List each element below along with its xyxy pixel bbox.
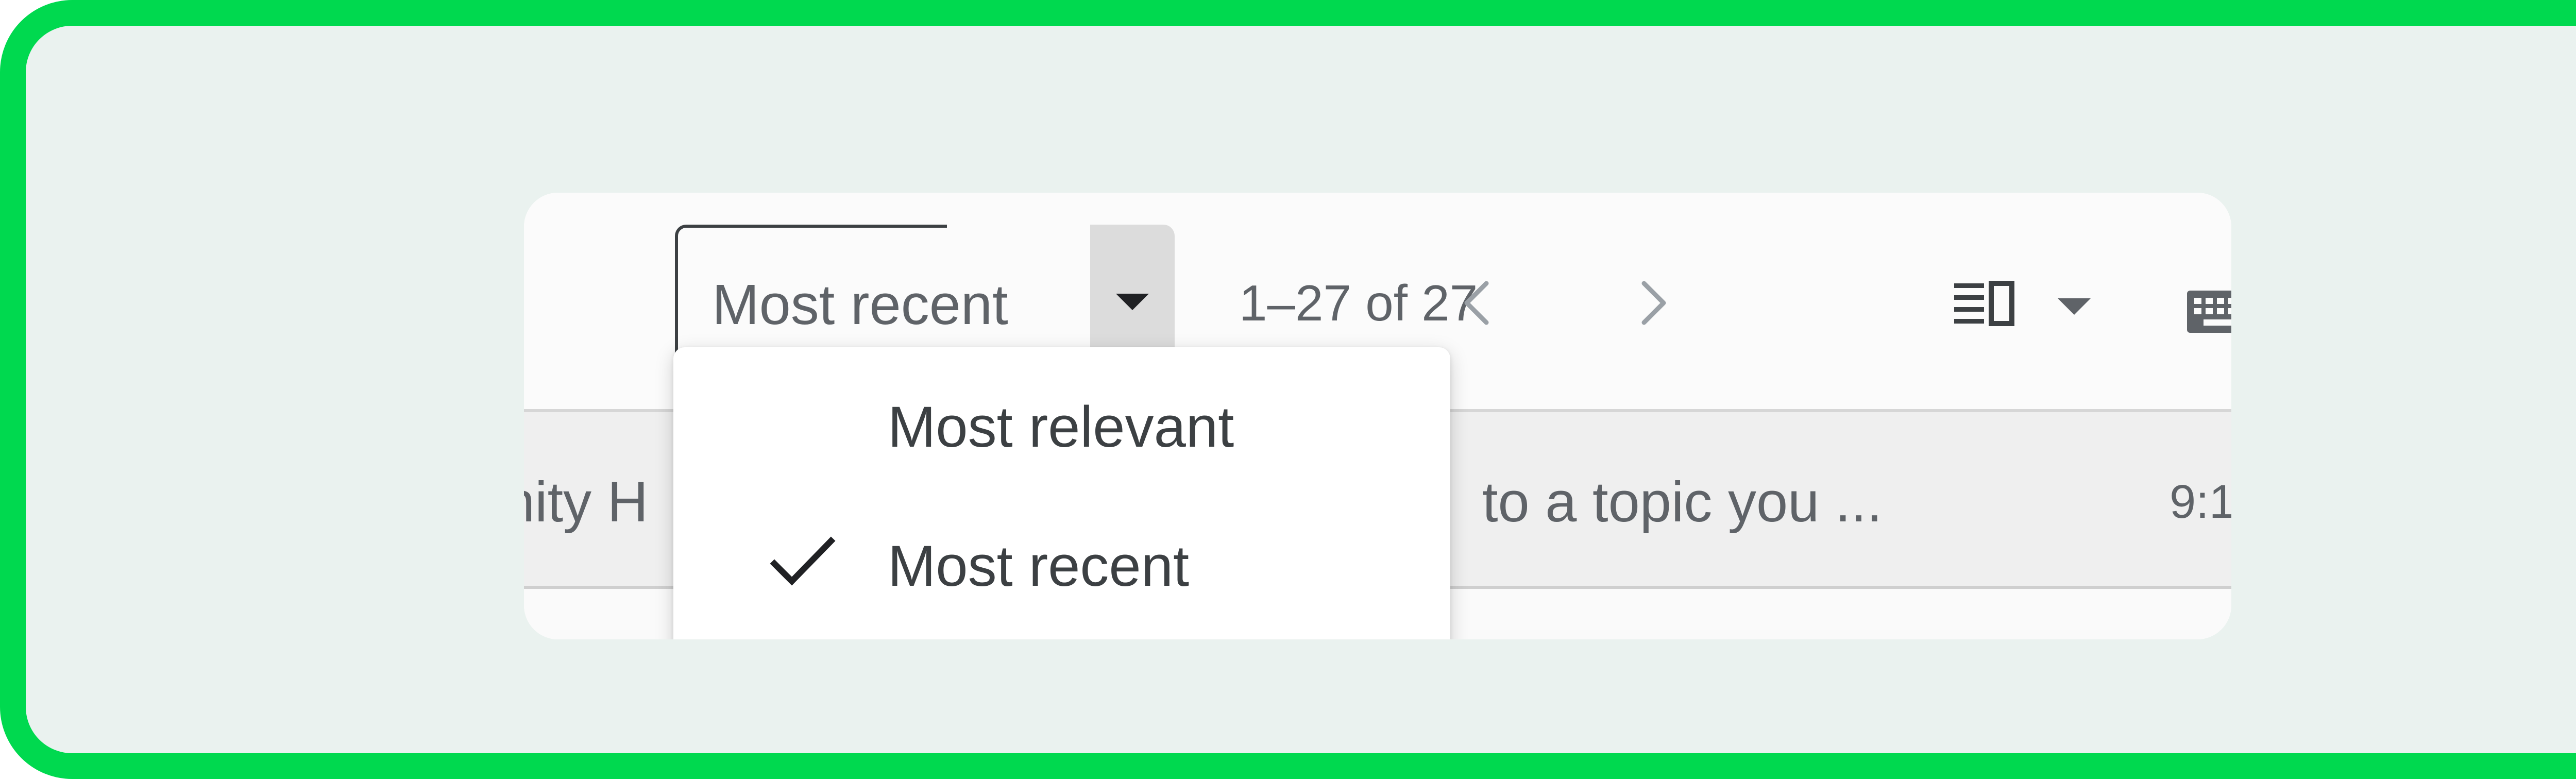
menu-item-most-recent[interactable]: Most recent	[673, 507, 1450, 625]
menu-item-label: Most recent	[888, 534, 1190, 598]
inbox-toolbar-panel: Most recent 1–27 of 27 ity H to a topic …	[524, 193, 2231, 639]
layout-dropdown-caret-icon[interactable]	[2058, 298, 2091, 315]
pagination-count: 1–27 of 27	[1239, 275, 1478, 331]
checkmark-icon	[770, 536, 836, 586]
email-time: 9:1	[2170, 476, 2231, 528]
email-snippet: to a topic you ...	[1482, 470, 1883, 534]
menu-item-label: Most relevant	[888, 395, 1234, 459]
chevron-right-icon[interactable]	[1620, 272, 1682, 334]
keyboard-icon[interactable]	[2185, 289, 2231, 335]
menu-item-most-relevant[interactable]: Most relevant	[673, 368, 1450, 486]
email-sender: nity H	[524, 470, 649, 534]
sort-order-menu: Most relevant Most recent	[673, 347, 1450, 639]
chevron-left-icon[interactable]	[1448, 272, 1510, 334]
caret-down-icon	[1116, 294, 1149, 310]
split-pane-icon[interactable]	[1949, 277, 2052, 329]
screenshot-frame: Most recent 1–27 of 27 ity H to a topic …	[0, 0, 2576, 779]
